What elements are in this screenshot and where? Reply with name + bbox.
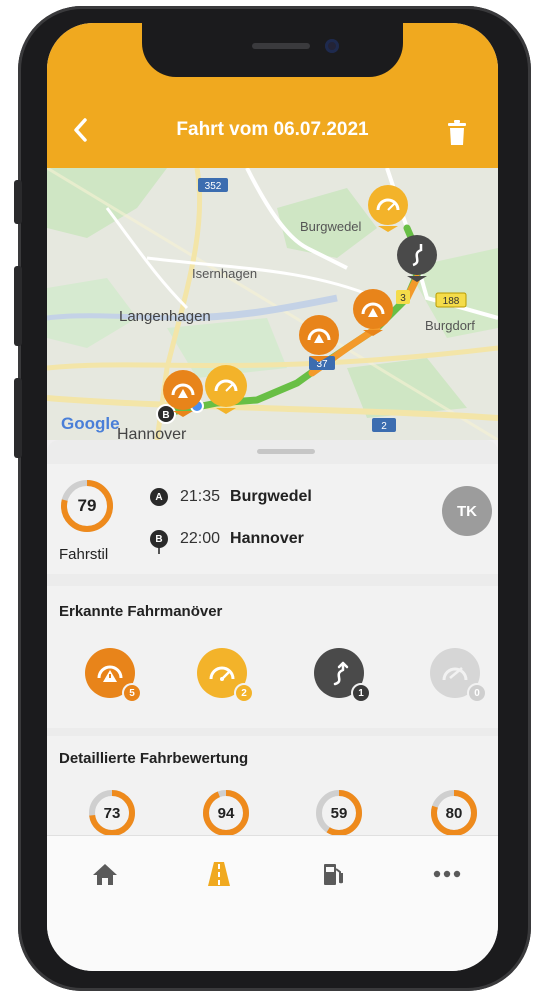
nav-home[interactable]	[85, 858, 125, 890]
app-header: Fahrt vom 06.07.2021	[47, 23, 498, 168]
google-logo: Google	[61, 414, 120, 433]
trash-icon	[448, 120, 466, 145]
detail-score-ring-4[interactable]: 80	[430, 789, 478, 837]
driver-avatar[interactable]: TK	[442, 486, 492, 536]
route-end-marker[interactable]: B	[156, 404, 176, 424]
end-place: Hannover	[230, 530, 304, 547]
start-time: 21:35	[180, 488, 221, 505]
app-screen: Fahrt vom 06.07.2021 352 188 37 2 3 Burg…	[47, 23, 498, 971]
map-shield-188: 188	[435, 292, 467, 308]
map-canvas: 352 188 37 2 3 Burgwedel Isernhagen Lang…	[47, 168, 498, 440]
driving-style-label: Fahrstil	[59, 546, 109, 563]
maneuver-count-badge: 2	[234, 683, 254, 703]
detail-score-ring-1[interactable]: 73	[88, 789, 136, 837]
maneuver-speeding[interactable]: 0	[430, 648, 487, 703]
maneuver-count-badge: 0	[467, 683, 487, 703]
mute-switch	[14, 180, 22, 224]
delete-button[interactable]	[446, 120, 468, 146]
start-place: Burgwedel	[230, 488, 312, 505]
detail-score-ring-2[interactable]: 94	[202, 789, 250, 837]
detail-score: 59	[330, 804, 348, 822]
map-shield-352: 352	[198, 178, 228, 192]
speaker-grille	[252, 43, 310, 49]
front-camera	[325, 39, 339, 53]
device-notch	[142, 23, 403, 77]
driving-style-score-ring: 79	[59, 478, 115, 534]
svg-text:B: B	[162, 410, 169, 421]
end-marker: B	[150, 530, 168, 548]
detail-score-ring-3[interactable]: 59	[315, 789, 363, 837]
detail-score: 94	[217, 804, 235, 822]
detail-score: 80	[445, 804, 463, 822]
nav-more[interactable]	[427, 858, 467, 890]
details-title: Detaillierte Fahrbewertung	[59, 750, 249, 767]
maneuver-count-badge: 1	[351, 683, 371, 703]
start-marker: A	[150, 488, 168, 506]
road-icon	[208, 862, 230, 886]
nav-trips[interactable]	[199, 858, 239, 890]
detail-score: 73	[103, 804, 121, 822]
nav-fuel[interactable]	[313, 858, 353, 890]
volume-up-button	[14, 266, 22, 346]
maneuvers-title: Erkannte Fahrmanöver	[59, 603, 223, 620]
svg-text:352: 352	[205, 181, 222, 192]
maneuver-count-badge: 5	[122, 683, 142, 703]
map-label-burgwedel: Burgwedel	[300, 219, 362, 234]
svg-text:3: 3	[400, 293, 406, 304]
route-map[interactable]: 352 188 37 2 3 Burgwedel Isernhagen Lang…	[47, 168, 498, 440]
detailed-rating-section: Detaillierte Fahrbewertung 73 94 59 80	[47, 736, 498, 836]
end-time: 22:00	[180, 530, 221, 547]
map-label-hannover: Hannover	[117, 426, 187, 440]
map-shield-exit: 3	[396, 290, 410, 304]
trip-details-sheet: 79 Fahrstil A 21:35 Burgwedel B 22:00 Ha…	[47, 440, 498, 836]
trip-end: B 22:00 Hannover	[150, 530, 304, 548]
maneuver-acceleration[interactable]: 2	[197, 648, 254, 703]
map-label-burgdorf: Burgdorf	[425, 318, 475, 333]
trip-summary: 79 Fahrstil A 21:35 Burgwedel B 22:00 Ha…	[47, 464, 498, 574]
map-label-langenhagen: Langenhagen	[119, 308, 211, 325]
sheet-drag-handle[interactable]	[257, 449, 315, 454]
svg-text:188: 188	[443, 296, 460, 307]
home-icon	[93, 864, 117, 885]
maneuver-harsh-braking[interactable]: 5	[85, 648, 142, 703]
map-shield-2: 2	[372, 418, 396, 432]
map-label-isernhagen: Isernhagen	[192, 266, 257, 281]
detected-maneuvers-section: Erkannte Fahrmanöver 5 2 1 0	[47, 586, 498, 728]
driving-style-score: 79	[77, 496, 97, 515]
page-title: Fahrt vom 06.07.2021	[176, 119, 369, 140]
maneuver-curve[interactable]: 1	[314, 648, 371, 703]
svg-text:2: 2	[381, 421, 387, 432]
trip-start: A 21:35 Burgwedel	[150, 488, 312, 506]
more-icon	[433, 870, 461, 878]
fuel-pump-icon	[324, 864, 343, 885]
volume-down-button	[14, 378, 22, 458]
bottom-navigation	[47, 835, 498, 971]
